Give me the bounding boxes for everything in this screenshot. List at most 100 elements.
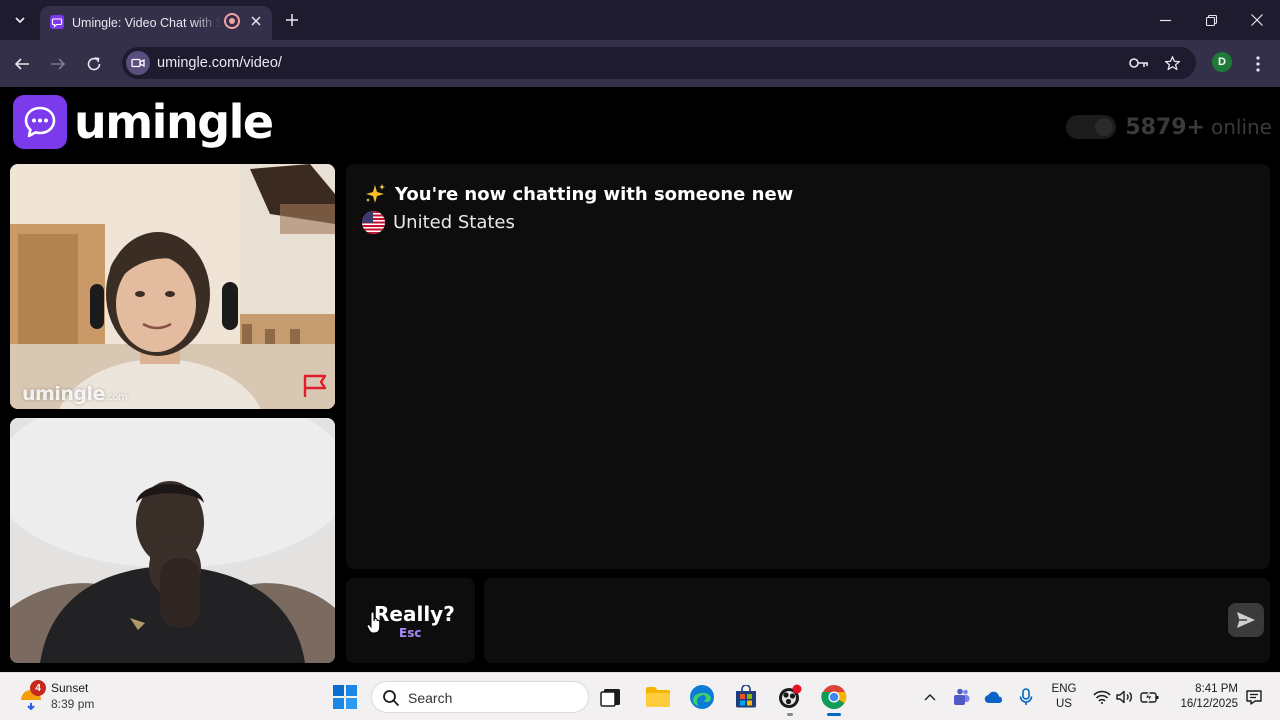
chrome-button[interactable] [820, 683, 848, 716]
clock-date: 16/12/2025 [1180, 698, 1238, 710]
url-text: umingle.com/video/ [157, 55, 282, 71]
speaker-icon [1116, 690, 1132, 704]
microsoft-store-button[interactable] [732, 683, 760, 711]
plus-icon [286, 14, 298, 26]
skip-shortcut-hint: Esc [399, 626, 422, 640]
windows-taskbar: 4 Sunset 8:39 pm ENG US [0, 672, 1280, 720]
chrome-icon [821, 685, 847, 710]
site-info-button[interactable] [126, 51, 150, 75]
battery-tray-button[interactable] [1140, 687, 1160, 707]
online-indicator: 5879+ online [1066, 111, 1272, 143]
chevron-down-icon [15, 17, 25, 24]
theme-toggle[interactable] [1066, 115, 1117, 139]
system-message-row: You're now chatting with someone new [363, 182, 793, 206]
bookmark-star-button[interactable] [1162, 53, 1182, 73]
wifi-tray-button[interactable] [1092, 687, 1112, 707]
start-button[interactable] [331, 683, 359, 711]
report-flag-icon[interactable] [301, 373, 329, 399]
battery-charging-icon [1140, 690, 1159, 704]
clock-time: 8:41 PM [1195, 683, 1238, 695]
search-icon [383, 690, 400, 707]
edge-browser-icon [690, 685, 714, 709]
edge-button[interactable] [688, 683, 716, 711]
password-key-button[interactable] [1129, 53, 1149, 73]
microphone-icon [1019, 688, 1033, 705]
tab-close-button[interactable] [247, 12, 265, 30]
notification-center-icon [1246, 690, 1262, 705]
notifications-button[interactable] [1244, 687, 1264, 707]
reload-button[interactable] [82, 52, 106, 76]
skip-stranger-button[interactable]: Really? Esc [346, 578, 475, 663]
online-count: 5879+ [1125, 114, 1205, 140]
obs-studio-icon [779, 684, 802, 708]
address-bar[interactable]: umingle.com/video/ [122, 47, 1196, 79]
us-flag-icon [362, 211, 385, 234]
active-app-indicator [827, 713, 841, 716]
umingle-page: umingle 5879+ online umingle.com You're … [0, 87, 1280, 672]
weather-time: 8:39 pm [51, 697, 95, 711]
search-input[interactable] [408, 688, 578, 708]
cloud-icon [984, 691, 1003, 704]
tab-list-button[interactable] [8, 9, 32, 31]
online-label: online [1210, 115, 1272, 139]
forward-button[interactable] [46, 52, 70, 76]
skip-confirm-label: Really? [374, 602, 455, 626]
minimize-window-button[interactable] [1153, 8, 1177, 32]
country-name: United States [393, 212, 515, 233]
show-hidden-icons-button[interactable] [920, 687, 940, 707]
logo-wordmark[interactable]: umingle [74, 90, 274, 154]
new-tab-button[interactable] [282, 10, 302, 30]
system-clock[interactable]: 8:41 PM 16/12/2025 [1168, 682, 1238, 712]
send-button[interactable] [1228, 603, 1264, 637]
hand-cursor-icon [366, 612, 381, 634]
windows-logo-icon [333, 685, 357, 709]
running-indicator [787, 713, 793, 716]
store-icon [736, 685, 756, 708]
key-icon [1129, 58, 1148, 68]
back-button[interactable] [10, 52, 34, 76]
video-camera-icon [131, 58, 145, 68]
close-window-button[interactable] [1245, 8, 1269, 32]
restore-icon [1205, 14, 1217, 26]
recording-indicator-icon [224, 13, 240, 29]
watermark-text: umingle [22, 383, 105, 405]
folder-icon [646, 687, 670, 707]
weather-title: Sunset [51, 681, 89, 695]
arrow-right-icon [51, 58, 66, 70]
send-icon [1237, 612, 1255, 628]
restore-window-button[interactable] [1199, 8, 1223, 32]
chat-log: You're now chatting with someone new Uni… [346, 164, 1270, 569]
input-language[interactable]: ENG US [1046, 682, 1082, 712]
umingle-watermark: umingle.com [22, 383, 128, 405]
task-view-icon [600, 689, 620, 707]
teams-icon [954, 688, 970, 705]
system-message: You're now chatting with someone new [395, 183, 794, 205]
onedrive-tray-button[interactable] [984, 687, 1004, 707]
keyboard-region: US [1056, 698, 1072, 710]
file-explorer-button[interactable] [644, 683, 672, 711]
message-input[interactable] [484, 578, 1270, 663]
umingle-logo-icon[interactable] [13, 95, 67, 149]
microphone-tray-button[interactable] [1016, 687, 1036, 707]
task-view-button[interactable] [597, 683, 625, 711]
browser-menu-button[interactable] [1248, 52, 1268, 76]
browser-toolbar: umingle.com/video/ D [0, 40, 1280, 87]
language-code: ENG [1051, 683, 1077, 695]
weather-widget[interactable]: 4 Sunset 8:39 pm [16, 680, 126, 714]
tab-title: Umingle: Video Chat with Strangers [72, 16, 222, 30]
minimize-icon [1159, 19, 1171, 21]
star-icon [1164, 55, 1180, 70]
profile-avatar[interactable]: D [1212, 52, 1232, 72]
sparkles-icon [366, 184, 385, 203]
chevron-up-icon [924, 694, 936, 701]
arrow-left-icon [14, 58, 29, 70]
teams-tray-button[interactable] [952, 687, 972, 707]
browser-tab-active[interactable]: Umingle: Video Chat with Strangers [40, 6, 272, 40]
watermark-suffix: .com [104, 392, 128, 403]
close-icon [251, 16, 261, 26]
more-vertical-icon [1256, 56, 1260, 72]
wifi-icon [1093, 690, 1111, 704]
taskbar-search[interactable] [371, 681, 589, 713]
obs-button[interactable] [776, 683, 804, 716]
volume-tray-button[interactable] [1115, 687, 1135, 707]
